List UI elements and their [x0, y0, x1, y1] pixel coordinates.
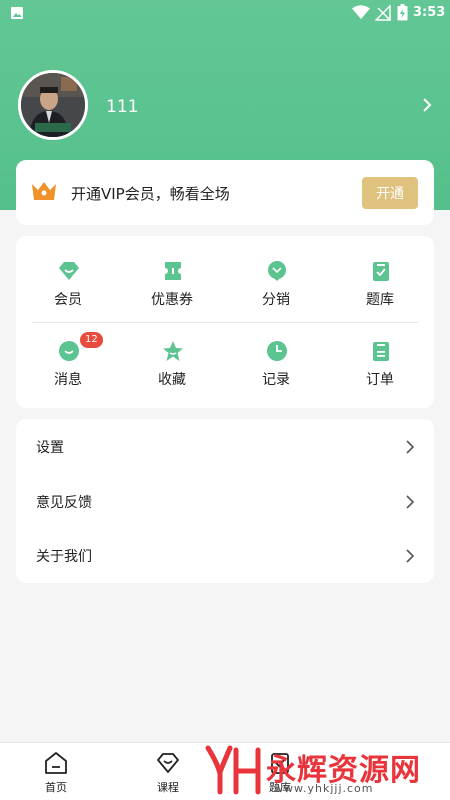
grid-item-membership[interactable]: 会员 — [16, 254, 120, 314]
chevron-right-icon — [406, 548, 415, 567]
menu-item-label: 关于我们 — [36, 549, 92, 565]
tab-label: 首页 — [45, 781, 67, 794]
home-icon — [44, 751, 68, 779]
grid-item-label: 题库 — [366, 292, 394, 308]
grid-item-label: 会员 — [54, 292, 82, 308]
diamond-icon — [58, 260, 80, 282]
clipboard-check-icon — [370, 260, 392, 282]
chevron-right-icon[interactable] — [422, 97, 432, 117]
grid-item-messages[interactable]: 12 消息 — [16, 332, 120, 394]
chevron-right-icon — [406, 494, 415, 513]
status-bar: 3:53 — [0, 0, 450, 26]
username: 111 — [106, 97, 139, 117]
settings-menu: 设置 意见反馈 关于我们 — [16, 419, 434, 583]
grid-item-label: 消息 — [54, 372, 82, 388]
crown-icon — [31, 180, 57, 206]
wifi-icon — [352, 5, 370, 24]
message-icon — [58, 340, 80, 362]
watermark-url: www.yhkjjj.com — [274, 782, 374, 795]
vip-banner[interactable]: 开通VIP会员，畅看全场 开通 — [16, 160, 434, 225]
course-icon — [156, 751, 180, 779]
grid-item-label: 分销 — [262, 292, 290, 308]
grid-item-favorites[interactable]: 收藏 — [120, 334, 224, 394]
grid-item-label: 记录 — [262, 372, 290, 388]
menu-item-label: 意见反馈 — [36, 495, 92, 511]
battery-icon — [397, 4, 408, 25]
feature-row: 12 消息 收藏 记录 订单 — [16, 332, 434, 404]
menu-item-about[interactable]: 关于我们 — [16, 528, 434, 583]
grid-item-label: 收藏 — [158, 372, 186, 388]
grid-item-label: 订单 — [366, 372, 394, 388]
order-icon — [370, 340, 392, 362]
chevron-right-icon — [406, 439, 415, 458]
tab-home[interactable]: 首页 — [0, 743, 112, 800]
vip-promo-text: 开通VIP会员，畅看全场 — [71, 185, 230, 203]
menu-item-label: 设置 — [36, 440, 64, 456]
feature-grid: 会员 优惠券 分销 题库 12 消息 收藏 记录 订单 — [16, 236, 434, 408]
watermark-logo-icon — [204, 744, 264, 800]
clock-icon — [266, 340, 288, 362]
grid-item-coupon[interactable]: 优惠券 — [120, 254, 224, 314]
ticket-icon — [162, 260, 184, 282]
menu-item-feedback[interactable]: 意见反馈 — [16, 474, 434, 529]
open-vip-button[interactable]: 开通 — [362, 177, 418, 209]
unread-badge: 12 — [80, 332, 103, 348]
grid-divider — [32, 322, 418, 323]
grid-item-label: 优惠券 — [151, 292, 193, 308]
status-clock: 3:53 — [413, 5, 446, 20]
grid-item-question-bank[interactable]: 题库 — [328, 254, 432, 314]
share-icon — [266, 260, 288, 282]
grid-item-history[interactable]: 记录 — [224, 334, 328, 394]
menu-item-settings[interactable]: 设置 — [16, 419, 434, 474]
profile-header[interactable]: 111 — [0, 70, 450, 144]
signal-icon — [374, 4, 391, 25]
grid-item-orders[interactable]: 订单 — [328, 334, 432, 394]
feature-row: 会员 优惠券 分销 题库 — [16, 254, 434, 324]
avatar[interactable] — [18, 70, 88, 140]
grid-item-distribution[interactable]: 分销 — [224, 254, 328, 314]
gallery-icon — [10, 6, 24, 24]
watermark-overlay: 永辉资源网 www.yhkjjj.com — [200, 742, 450, 800]
star-icon — [162, 340, 184, 362]
